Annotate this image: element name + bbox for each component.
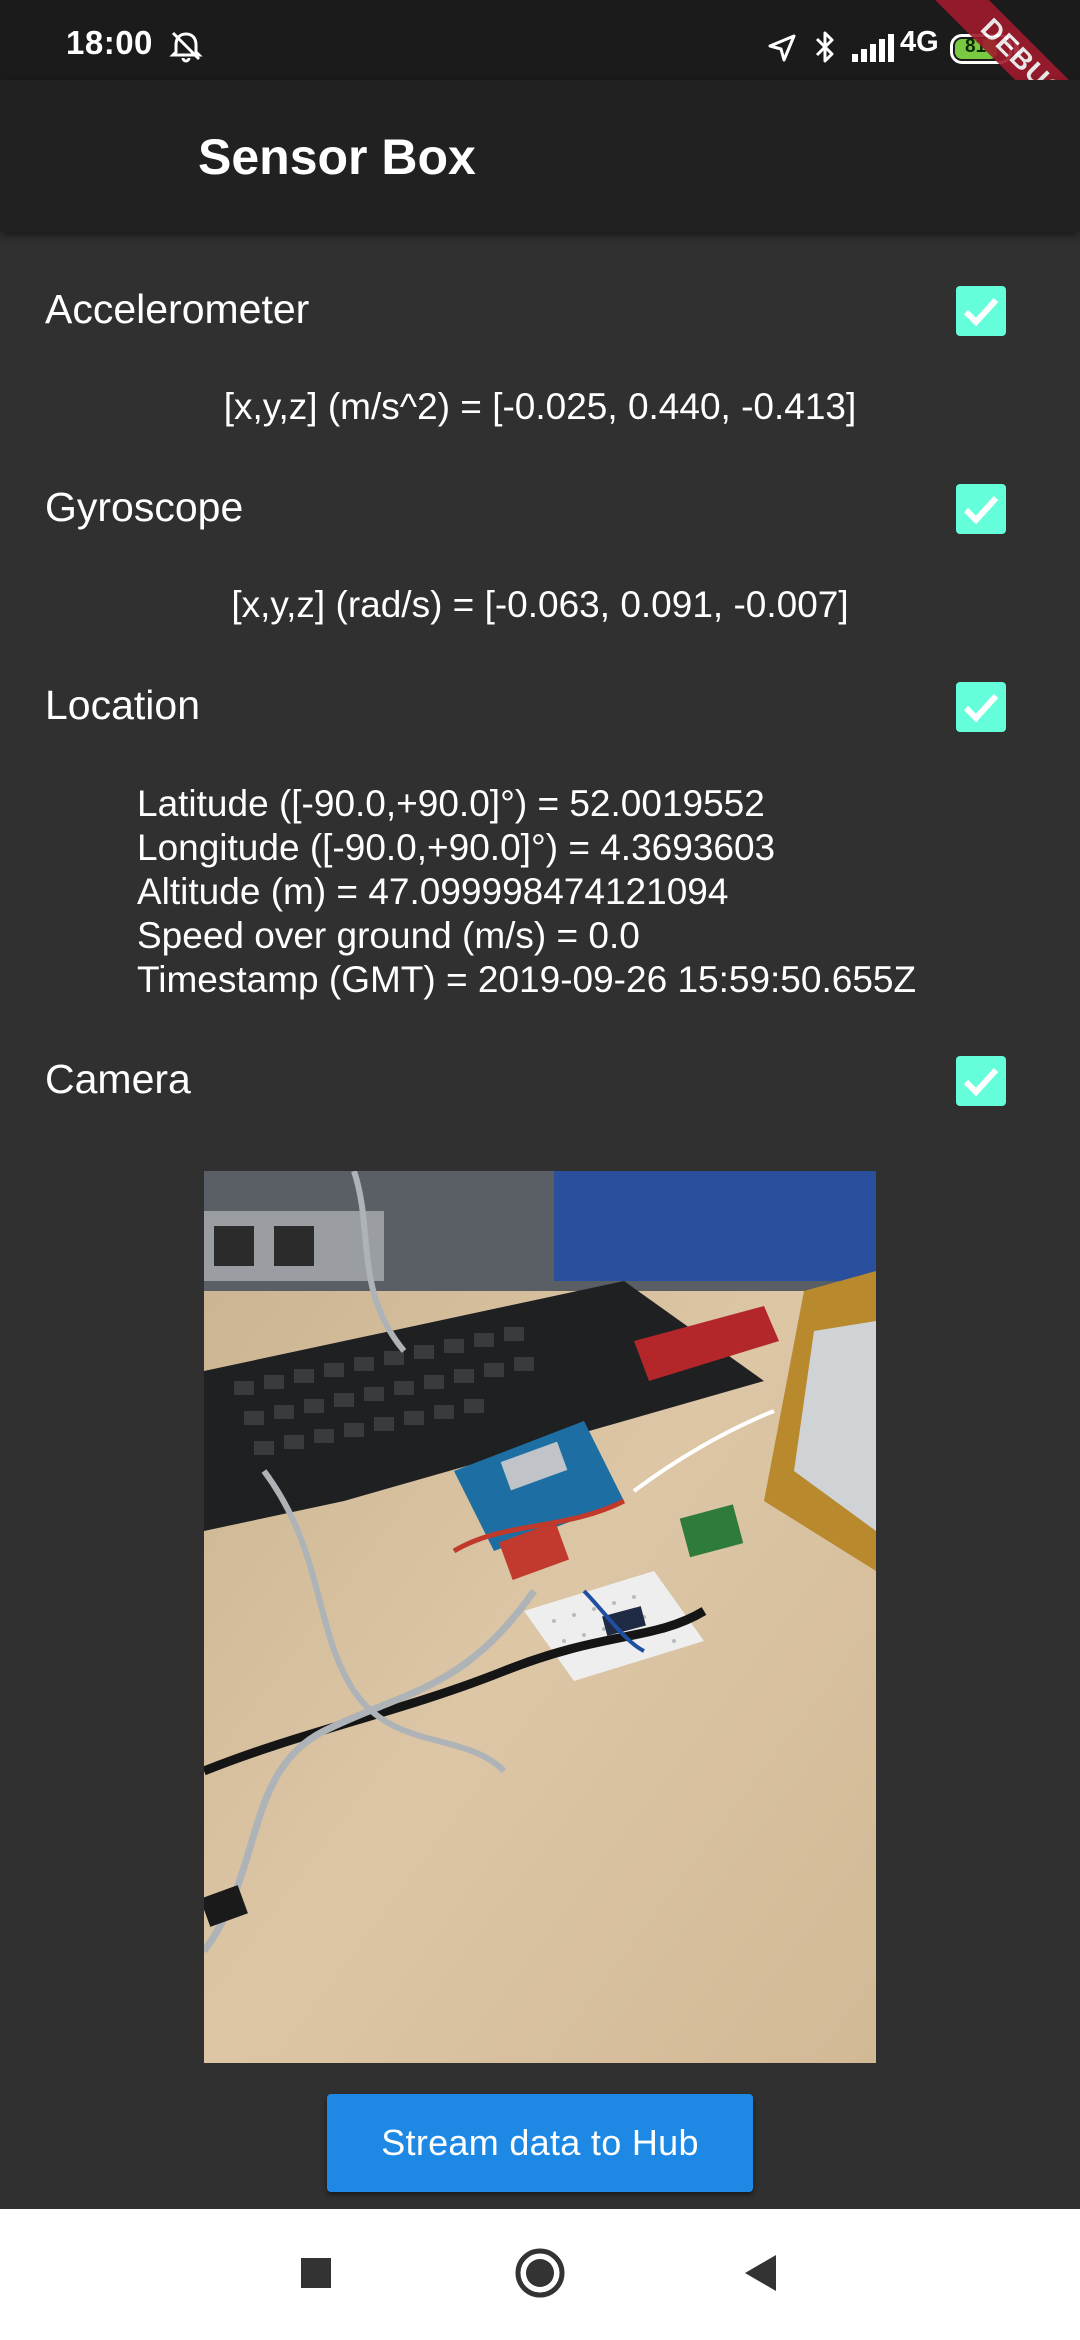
location-readings: Latitude ([-90.0,+90.0]°) = 52.0019552 L… <box>137 782 916 1002</box>
latitude-reading: Latitude ([-90.0,+90.0]°) = 52.0019552 <box>137 783 765 824</box>
bluetooth-icon <box>812 28 838 71</box>
alarm-off-icon <box>168 28 204 69</box>
check-icon <box>963 1067 999 1097</box>
longitude-reading: Longitude ([-90.0,+90.0]°) = 4.3693603 <box>137 827 776 868</box>
back-icon[interactable] <box>700 2209 820 2340</box>
location-icon <box>766 32 798 69</box>
check-icon <box>963 693 999 723</box>
status-time: 18:00 <box>66 24 153 61</box>
speed-reading: Speed over ground (m/s) = 0.0 <box>137 915 640 956</box>
timestamp-reading: Timestamp (GMT) = 2019-09-26 15:59:50.65… <box>137 959 917 1000</box>
altitude-reading: Altitude (m) = 47.099998474121094 <box>137 871 729 912</box>
location-label: Location <box>45 682 201 728</box>
page-title: Sensor Box <box>198 129 476 185</box>
camera-preview <box>204 1171 876 2063</box>
camera-photo <box>204 1171 876 2063</box>
stream-data-button[interactable]: Stream data to Hub <box>327 2094 753 2192</box>
network-type: 4G <box>900 26 939 58</box>
navigation-bar <box>0 2209 1080 2340</box>
gyroscope-label: Gyroscope <box>45 484 244 530</box>
accelerometer-reading: [x,y,z] (m/s^2) = [-0.025, 0.440, -0.413… <box>223 386 857 427</box>
accelerometer-label: Accelerometer <box>45 286 310 332</box>
signal-icon <box>850 32 896 69</box>
check-icon <box>963 495 999 525</box>
gyroscope-reading: [x,y,z] (rad/s) = [-0.063, 0.091, -0.007… <box>231 584 849 625</box>
app-bar: Sensor Box <box>0 80 1080 232</box>
recents-icon[interactable] <box>256 2209 376 2340</box>
camera-label: Camera <box>45 1056 191 1102</box>
check-icon <box>963 297 999 327</box>
location-checkbox[interactable] <box>956 682 1006 732</box>
gyroscope-checkbox[interactable] <box>956 484 1006 534</box>
home-icon[interactable] <box>480 2209 600 2340</box>
status-bar: 18:00 4G 81 <box>0 0 1080 80</box>
accelerometer-checkbox[interactable] <box>956 286 1006 336</box>
camera-checkbox[interactable] <box>956 1056 1006 1106</box>
